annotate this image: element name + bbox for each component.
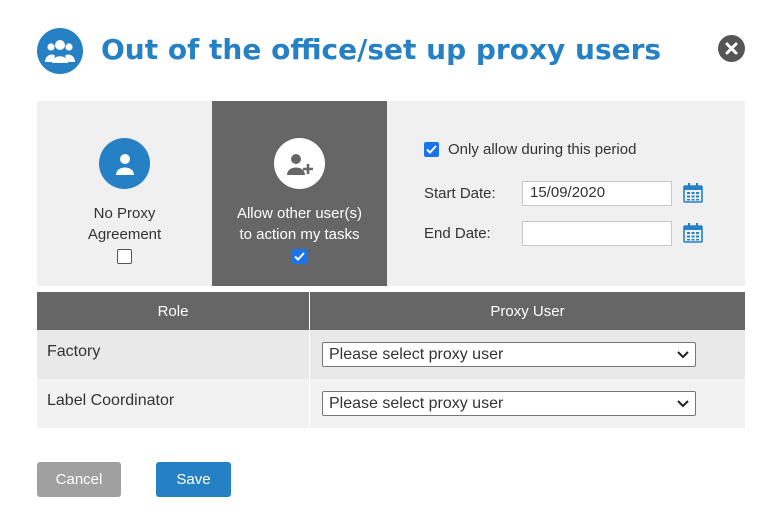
allow-proxy-option[interactable]: Allow other user(s) to action my tasks	[212, 101, 387, 286]
role-cell: Factory	[37, 330, 310, 379]
period-checkbox[interactable]	[424, 142, 439, 157]
proxy-user-select[interactable]: Please select proxy user	[322, 391, 696, 416]
calendar-icon[interactable]	[683, 183, 703, 203]
proxy-cell: Please select proxy user	[310, 330, 745, 379]
allow-proxy-label: Allow other user(s) to action my tasks	[236, 205, 363, 243]
no-proxy-checkbox[interactable]	[117, 249, 132, 264]
calendar-icon[interactable]	[683, 223, 703, 243]
users-group-icon	[37, 28, 83, 74]
column-header-role: Role	[37, 292, 310, 330]
proxy-dialog: Out of the office/set up proxy users No …	[0, 0, 782, 524]
dialog-title: Out of the office/set up proxy users	[101, 33, 662, 66]
agreement-panel: No Proxy Agreement Allow other user(s) t…	[37, 101, 745, 286]
table-header: Role Proxy User	[37, 292, 745, 330]
close-icon[interactable]	[718, 35, 745, 62]
start-date-input[interactable]: 15/09/2020	[522, 181, 672, 206]
proxy-cell: Please select proxy user	[310, 379, 745, 428]
cancel-button[interactable]: Cancel	[37, 462, 121, 497]
period-row: Only allow during this period	[424, 141, 636, 158]
chevron-down-icon	[677, 350, 689, 358]
no-proxy-option[interactable]: No Proxy Agreement	[37, 101, 212, 286]
chevron-down-icon	[677, 399, 689, 407]
end-date-input[interactable]	[522, 221, 672, 246]
end-date-label: End Date:	[424, 225, 491, 242]
no-proxy-label: No Proxy Agreement	[87, 205, 162, 243]
period-checkbox-label: Only allow during this period	[448, 141, 637, 158]
proxy-user-select-value: Please select proxy user	[329, 394, 504, 412]
role-cell: Label Coordinator	[37, 379, 310, 428]
column-header-proxy-user: Proxy User	[490, 302, 565, 320]
start-date-label: Start Date:	[424, 185, 496, 202]
proxy-table: Role Proxy User Factory Please select pr…	[37, 292, 745, 428]
proxy-user-select[interactable]: Please select proxy user	[322, 342, 696, 367]
proxy-user-select-value: Please select proxy user	[329, 345, 504, 363]
table-row: Label Coordinator Please select proxy us…	[37, 379, 745, 428]
user-icon	[99, 138, 150, 189]
save-button[interactable]: Save	[156, 462, 231, 497]
user-add-icon	[274, 138, 325, 189]
table-row: Factory Please select proxy user	[37, 330, 745, 379]
allow-proxy-checkbox[interactable]	[292, 249, 307, 264]
